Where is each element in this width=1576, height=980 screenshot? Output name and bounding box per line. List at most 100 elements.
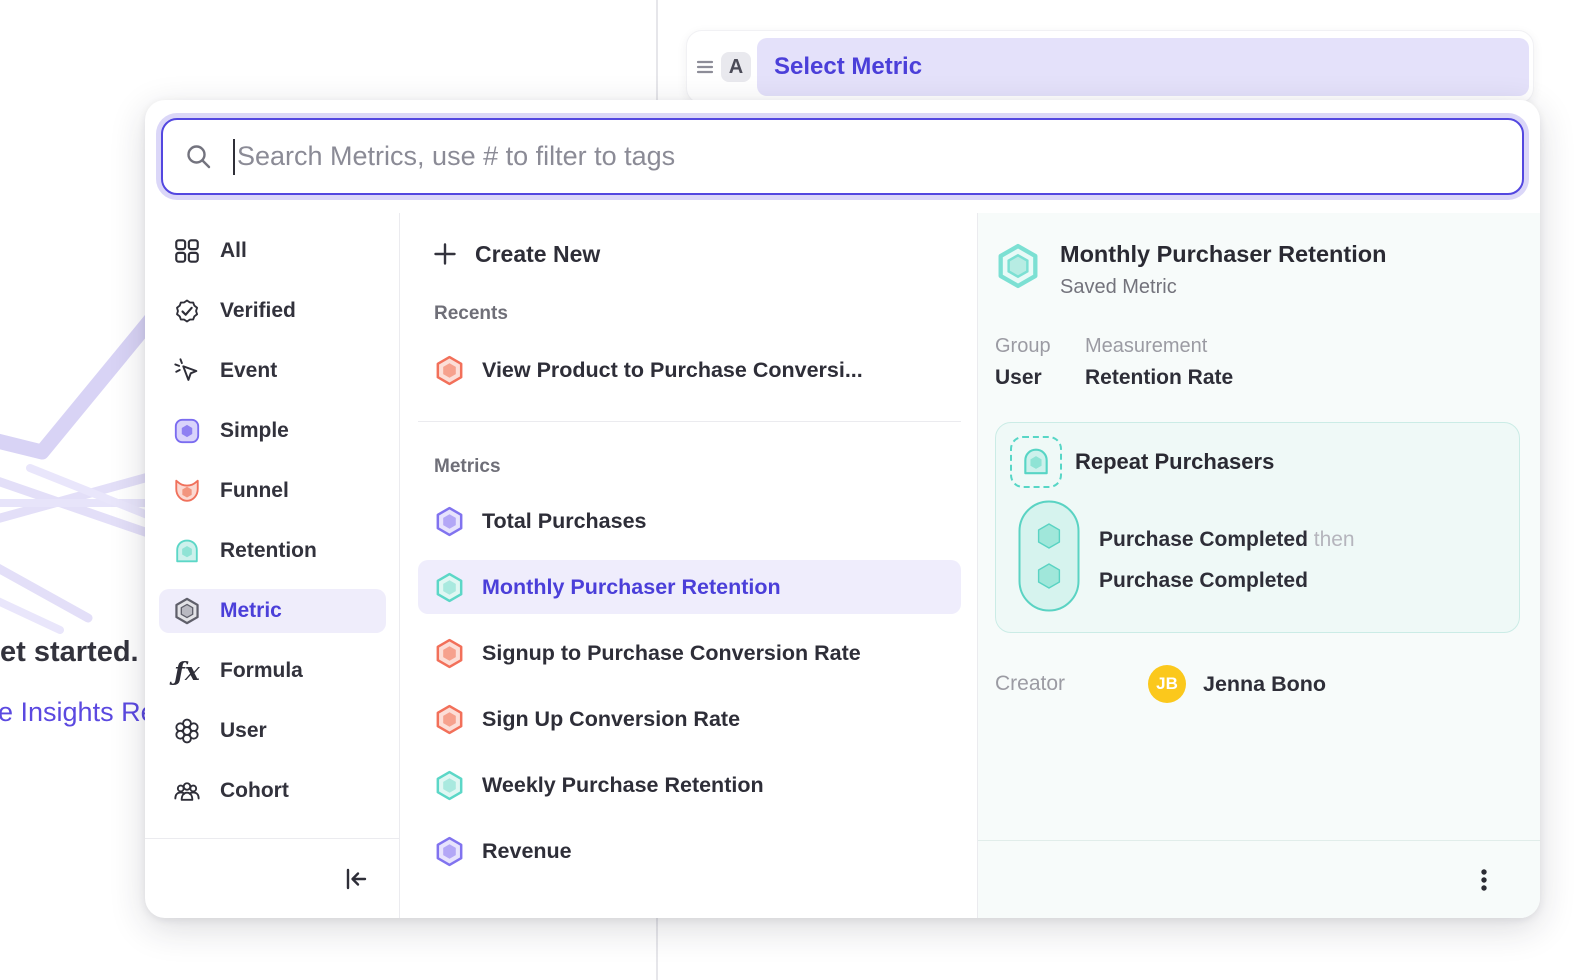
drag-handle-icon[interactable] <box>695 57 715 77</box>
recents-heading: Recents <box>434 303 961 325</box>
metric-item[interactable]: Weekly Purchase Retention <box>418 758 961 812</box>
sidebar-category-item[interactable]: Simple <box>159 409 386 453</box>
measurement-value: Retention Rate <box>1085 366 1233 390</box>
search-input[interactable] <box>237 141 1522 172</box>
metric-hexagon-icon <box>434 704 465 735</box>
breakdown-connector: then <box>1314 528 1355 551</box>
metric-hexagon-icon <box>434 770 465 801</box>
breakdown-step-2: Purchase Completed <box>1099 560 1355 601</box>
metric-item[interactable]: Revenue <box>418 824 961 878</box>
list-divider <box>418 421 961 422</box>
cursor-click-icon <box>173 357 201 385</box>
metric-hexagon-icon <box>434 572 465 603</box>
sidebar-category-label: Funnel <box>220 479 289 503</box>
create-new-label: Create New <box>475 241 600 268</box>
recent-metric-item[interactable]: View Product to Purchase Conversi... <box>418 343 961 397</box>
metrics-heading: Metrics <box>434 456 961 478</box>
metric-item[interactable]: Signup to Purchase Conversion Rate <box>418 626 961 680</box>
background-insights-link-fragment[interactable]: e Insights Re <box>0 697 156 728</box>
search-box[interactable] <box>161 118 1524 195</box>
metric-item-label: Monthly Purchaser Retention <box>482 575 781 600</box>
metric-item-label: Total Purchases <box>482 509 647 534</box>
sidebar-category-item[interactable]: Verified <box>159 289 386 333</box>
sidebar-category-item[interactable]: All <box>159 229 386 273</box>
sidebar-category-item[interactable]: Retention <box>159 529 386 573</box>
metric-hexagon-icon <box>434 836 465 867</box>
metric-item-label: Weekly Purchase Retention <box>482 773 764 798</box>
category-sidebar: All Verified Event Simple Funnel <box>145 213 400 918</box>
metric-list-panel: Create New Recents View Product to Purch… <box>400 213 978 918</box>
retention-metric-hexagon-icon <box>995 243 1041 289</box>
retention-icon <box>173 537 201 565</box>
sidebar-category-label: Formula <box>220 659 303 683</box>
metric-item-label: Sign Up Conversion Rate <box>482 707 740 732</box>
formula-icon: ƒx <box>173 657 201 685</box>
metric-item-label: Signup to Purchase Conversion Rate <box>482 641 861 666</box>
sidebar-category-label: User <box>220 719 267 743</box>
plus-icon <box>432 241 458 267</box>
recents-list: View Product to Purchase Conversi... <box>418 343 961 397</box>
metric-details-panel: Monthly Purchaser Retention Saved Metric… <box>978 213 1540 918</box>
funnel-icon <box>173 477 201 505</box>
creator-avatar[interactable]: JB <box>1148 665 1186 703</box>
metric-hexagon-icon <box>434 355 465 386</box>
breakdown-title: Repeat Purchasers <box>1075 449 1274 475</box>
detail-subtitle: Saved Metric <box>1060 276 1386 299</box>
creator-name: Jenna Bono <box>1203 672 1326 697</box>
recent-metric-label: View Product to Purchase Conversi... <box>482 358 863 383</box>
kebab-menu-icon[interactable] <box>1472 865 1496 895</box>
grid-icon <box>173 237 201 265</box>
saved-metric-definition-card: Repeat Purchasers Purchase Completed the… <box>995 422 1520 633</box>
metrics-list: Total Purchases Monthly Purchaser Retent… <box>418 494 961 878</box>
group-value: User <box>995 366 1085 390</box>
metric-item[interactable]: Monthly Purchaser Retention <box>418 560 961 614</box>
sidebar-footer <box>145 838 399 918</box>
sidebar-category-label: Cohort <box>220 779 289 803</box>
search-icon <box>185 143 212 170</box>
sidebar-category-label: All <box>220 239 247 263</box>
retention-event-icon <box>1010 436 1062 488</box>
select-metric-pill[interactable]: Select Metric <box>757 38 1529 96</box>
sidebar-category-item[interactable]: Event <box>159 349 386 393</box>
sidebar-category-label: Retention <box>220 539 317 563</box>
verified-badge-icon <box>173 297 201 325</box>
sidebar-category-item[interactable]: ƒx Formula <box>159 649 386 693</box>
group-label: Group <box>995 335 1085 358</box>
metric-item[interactable]: Total Purchases <box>418 494 961 548</box>
metric-picker-modal: All Verified Event Simple Funnel <box>145 100 1540 918</box>
user-cluster-icon <box>173 717 201 745</box>
sidebar-category-item[interactable]: Metric <box>159 589 386 633</box>
sidebar-category-label: Event <box>220 359 277 383</box>
creator-row: Creator JB Jenna Bono <box>995 665 1520 703</box>
detail-info-grid: Group User Measurement Retention Rate <box>995 335 1520 390</box>
create-new-button[interactable]: Create New <box>418 233 961 275</box>
sidebar-category-label: Verified <box>220 299 296 323</box>
collapse-left-icon[interactable] <box>341 864 371 894</box>
detail-header: Monthly Purchaser Retention Saved Metric <box>995 241 1520 299</box>
metric-letter-badge[interactable]: A <box>721 52 751 82</box>
sidebar-category-label: Metric <box>220 599 282 623</box>
cohort-icon <box>173 777 201 805</box>
text-caret <box>233 139 235 175</box>
metric-hexagon-icon <box>434 638 465 669</box>
simple-metric-icon <box>173 417 201 445</box>
measurement-label: Measurement <box>1085 335 1233 358</box>
details-footer <box>978 840 1540 918</box>
breakdown-step-1: Purchase Completed then <box>1099 519 1355 560</box>
modal-body: All Verified Event Simple Funnel <box>145 213 1540 918</box>
category-list: All Verified Event Simple Funnel <box>145 213 399 838</box>
background-heading-fragment: et started. <box>0 636 139 669</box>
metric-details: Monthly Purchaser Retention Saved Metric… <box>978 213 1540 840</box>
sidebar-category-item[interactable]: User <box>159 709 386 753</box>
metric-hexagon-icon <box>434 506 465 537</box>
metric-hexagon-icon <box>173 597 201 625</box>
sidebar-category-label: Simple <box>220 419 289 443</box>
sidebar-category-item[interactable]: Funnel <box>159 469 386 513</box>
metric-item-label: Revenue <box>482 839 572 864</box>
sidebar-category-item[interactable]: Cohort <box>159 769 386 813</box>
sequence-capsule-icon <box>1018 500 1080 612</box>
creator-label: Creator <box>995 672 1148 696</box>
select-metric-label: Select Metric <box>774 53 922 81</box>
metric-item[interactable]: Sign Up Conversion Rate <box>418 692 961 746</box>
query-metric-row: A Select Metric <box>686 30 1534 104</box>
